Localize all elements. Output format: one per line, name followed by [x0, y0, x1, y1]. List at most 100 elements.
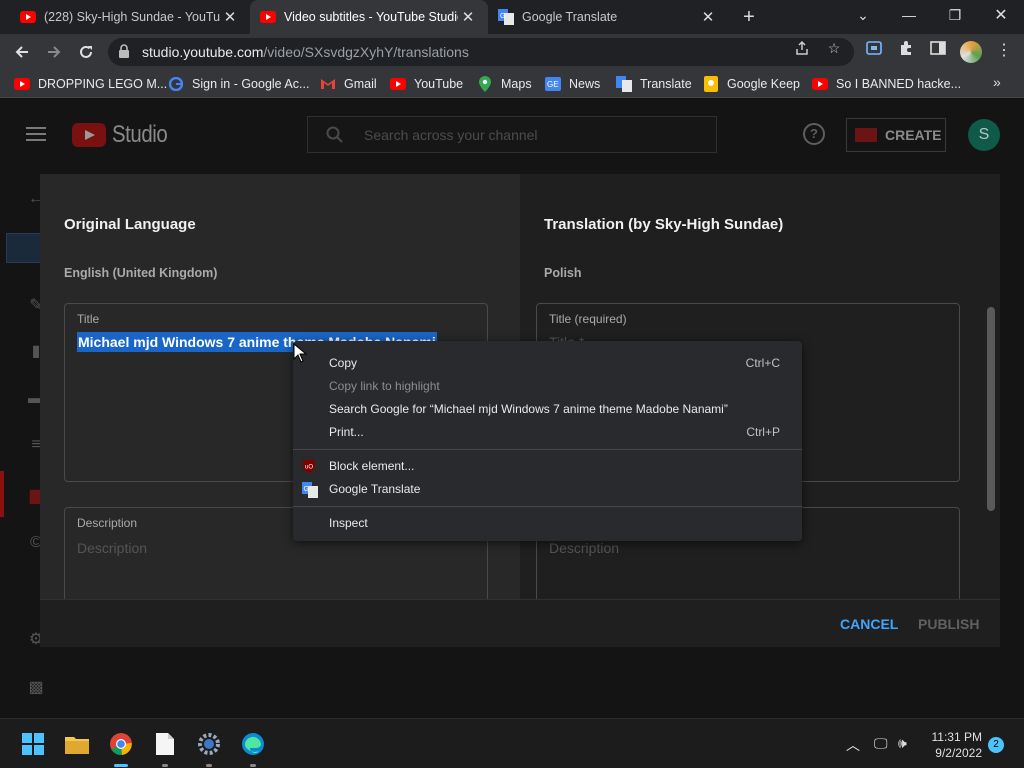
publish-button[interactable]: PUBLISH: [918, 616, 979, 632]
ublock-icon: uO: [302, 459, 318, 475]
volume-icon[interactable]: 🕪: [898, 735, 907, 752]
close-window-button[interactable]: ✕: [978, 0, 1024, 30]
share-icon[interactable]: [794, 40, 810, 56]
youtube-icon: [260, 9, 276, 25]
menu-separator: [293, 506, 802, 507]
arrow-left-icon: [15, 46, 28, 58]
tab-title: Video subtitles - YouTube Studio: [284, 10, 458, 24]
chevron-up-icon[interactable]: ︿: [846, 735, 860, 755]
cast-icon[interactable]: [866, 40, 882, 56]
description-placeholder: Description: [77, 540, 148, 556]
clock-time: 11:31 PM: [931, 730, 982, 744]
search-placeholder: Search across your channel: [364, 127, 538, 143]
chrome-icon[interactable]: [108, 731, 134, 757]
bookmark-star-icon[interactable]: ☆: [826, 40, 842, 56]
svg-text:GE: GE: [547, 80, 559, 89]
video-camera-icon: [855, 128, 877, 142]
dialog-footer: CANCEL PUBLISH: [40, 599, 1000, 647]
settings-gear-icon[interactable]: [196, 731, 222, 757]
bookmark-item[interactable]: YouTube: [390, 75, 463, 93]
arrow-right-icon: [48, 46, 61, 58]
tab-search-icon[interactable]: ⌄: [840, 0, 886, 30]
bookmark-item[interactable]: GE News: [545, 75, 600, 93]
bookmark-item[interactable]: Translate: [616, 75, 692, 93]
close-tab-icon[interactable]: ✕: [458, 8, 478, 26]
bookmark-item[interactable]: Google Keep: [703, 75, 800, 93]
bookmark-item[interactable]: DROPPING LEGO M...: [14, 75, 167, 93]
new-tab-button[interactable]: +: [738, 6, 760, 28]
reload-button[interactable]: [74, 40, 98, 64]
browser-toolbar: studio.youtube.com/video/SXsvdgzXyhY/tra…: [0, 34, 1024, 70]
network-icon[interactable]: 🖵: [874, 735, 888, 752]
address-bar[interactable]: studio.youtube.com/video/SXsvdgzXyhY/tra…: [108, 38, 854, 66]
reload-icon: [80, 45, 92, 58]
close-tab-icon[interactable]: ✕: [220, 8, 240, 26]
cancel-button[interactable]: CANCEL: [840, 616, 898, 632]
more-bookmarks-icon[interactable]: »: [993, 74, 1001, 90]
windows-start-icon[interactable]: [20, 731, 46, 757]
more-menu-icon[interactable]: ⋮: [996, 40, 1012, 60]
app-running-indicator: [162, 764, 168, 767]
profile-avatar[interactable]: [960, 41, 982, 63]
sidebar-active-indicator: [0, 471, 4, 517]
app-running-indicator: [250, 764, 256, 767]
video-thumbnail[interactable]: [6, 233, 42, 263]
maps-pin-icon: [477, 76, 493, 92]
title-label: Title: [77, 312, 100, 326]
studio-header: Studio Search across your channel ? CREA…: [0, 99, 1024, 171]
notepad-icon[interactable]: [152, 731, 178, 757]
google-translate-icon: G: [498, 9, 514, 25]
tab-youtube-channel[interactable]: (228) Sky-High Sundae - YouTube ✕: [0, 0, 250, 34]
menu-item-google-translate[interactable]: G Google Translate: [293, 478, 802, 501]
forward-button[interactable]: [42, 40, 66, 64]
menu-item-block-element[interactable]: uO Block element...: [293, 455, 802, 478]
edge-icon[interactable]: [240, 731, 266, 757]
original-language-name: English (United Kingdom): [64, 266, 218, 280]
bookmark-item[interactable]: Sign in - Google Ac...: [168, 75, 309, 93]
tab-strip: (228) Sky-High Sundae - YouTube ✕ Video …: [0, 0, 1024, 34]
feedback-icon[interactable]: ▩: [26, 677, 46, 697]
google-translate-icon: [616, 76, 632, 92]
menu-item-copy-link[interactable]: Copy link to highlight: [293, 375, 802, 398]
system-clock[interactable]: 11:31 PM 9/2/2022: [928, 729, 982, 761]
description-placeholder: Description: [549, 540, 620, 556]
menu-separator: [293, 449, 802, 450]
lock-icon[interactable]: [118, 44, 130, 63]
menu-item-print[interactable]: Print... Ctrl+P: [293, 421, 802, 444]
side-panel-icon[interactable]: [930, 40, 946, 56]
channel-search-input[interactable]: Search across your channel: [307, 116, 717, 153]
menu-item-inspect[interactable]: Inspect: [293, 512, 802, 535]
menu-item-search-google[interactable]: Search Google for “Michael mjd Windows 7…: [293, 398, 802, 421]
menu-item-copy[interactable]: Copy Ctrl+C: [293, 352, 802, 375]
youtube-logo-icon[interactable]: [72, 123, 106, 147]
channel-avatar[interactable]: S: [968, 119, 1000, 151]
youtube-icon: [390, 76, 406, 92]
menu-icon[interactable]: [26, 127, 46, 141]
help-icon[interactable]: ?: [803, 123, 825, 145]
close-tab-icon[interactable]: ✕: [698, 8, 718, 26]
bookmark-item[interactable]: Maps: [477, 75, 532, 93]
notification-badge[interactable]: 2: [988, 737, 1004, 753]
extensions-icon[interactable]: [898, 40, 914, 56]
bookmark-item[interactable]: Gmail: [320, 75, 377, 93]
file-explorer-icon[interactable]: [64, 731, 90, 757]
gmail-icon: [320, 76, 336, 92]
restore-button[interactable]: ❐: [932, 0, 978, 30]
back-button[interactable]: [10, 40, 34, 64]
youtube-icon: [20, 9, 36, 25]
create-button[interactable]: CREATE: [846, 118, 946, 152]
google-icon: [168, 76, 184, 92]
scrollbar[interactable]: [987, 307, 995, 511]
url-text: studio.youtube.com/video/SXsvdgzXyhY/tra…: [142, 44, 469, 60]
google-keep-icon: [703, 76, 719, 92]
tab-youtube-studio[interactable]: Video subtitles - YouTube Studio ✕: [250, 0, 488, 34]
svg-text:G: G: [304, 486, 309, 493]
tab-google-translate[interactable]: G Google Translate ✕: [488, 0, 728, 34]
minimize-button[interactable]: —: [886, 0, 932, 30]
tab-title: (228) Sky-High Sundae - YouTube: [44, 10, 220, 24]
chrome-active-indicator: [114, 764, 128, 767]
youtube-icon: [812, 76, 828, 92]
bookmark-item[interactable]: So I BANNED hacke...: [812, 75, 961, 93]
clock-date: 9/2/2022: [935, 746, 982, 760]
search-icon: [326, 126, 344, 149]
